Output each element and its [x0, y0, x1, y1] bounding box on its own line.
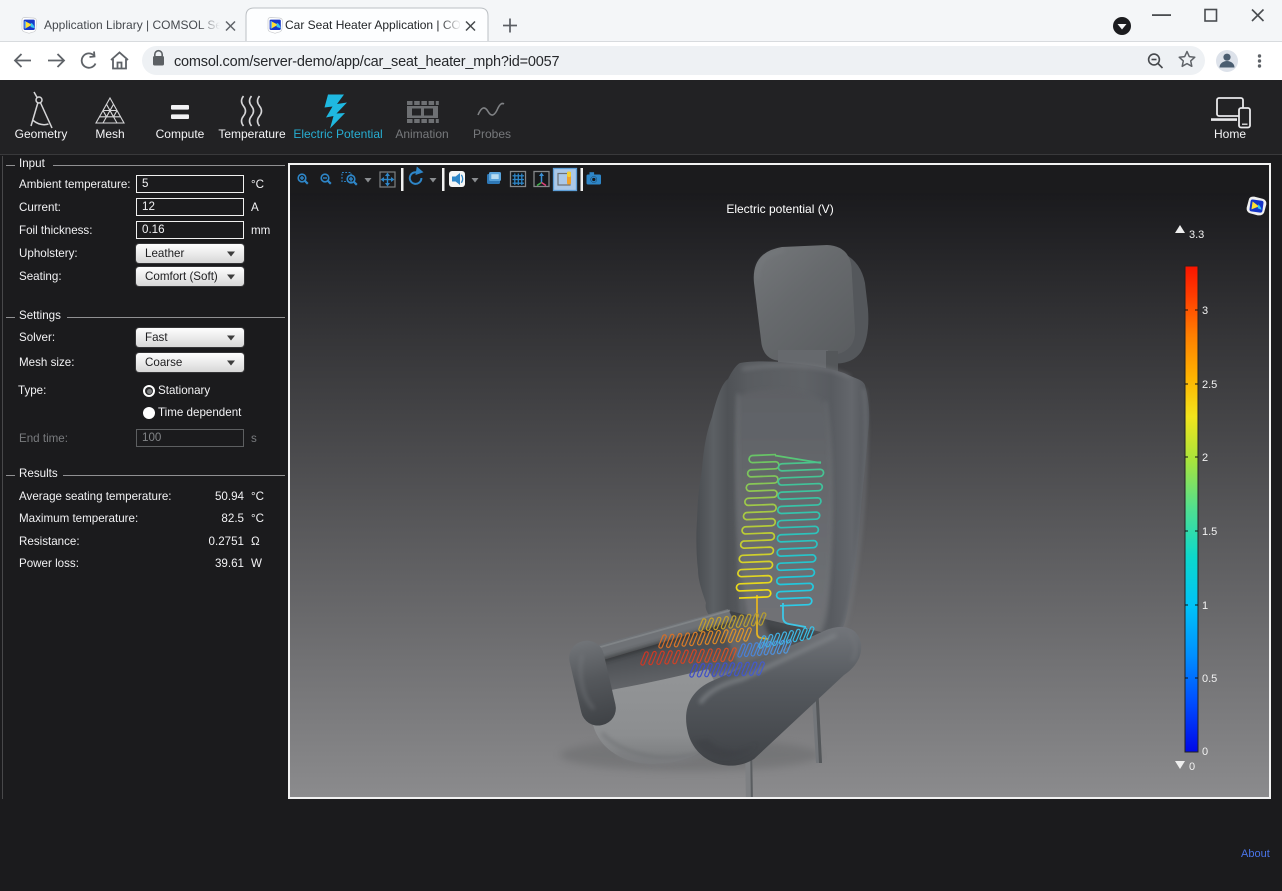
svg-text:0: 0 [1202, 746, 1208, 758]
svg-text:0: 0 [1189, 761, 1195, 773]
svg-text:1.5: 1.5 [1202, 526, 1217, 538]
svg-text:1: 1 [1202, 600, 1208, 612]
svg-text:3.3: 3.3 [1189, 229, 1204, 241]
svg-text:2: 2 [1202, 452, 1208, 464]
svg-text:3: 3 [1202, 305, 1208, 317]
svg-text:0.5: 0.5 [1202, 673, 1217, 685]
svg-text:Electric potential (V): Electric potential (V) [726, 202, 833, 216]
svg-text:2.5: 2.5 [1202, 379, 1217, 391]
